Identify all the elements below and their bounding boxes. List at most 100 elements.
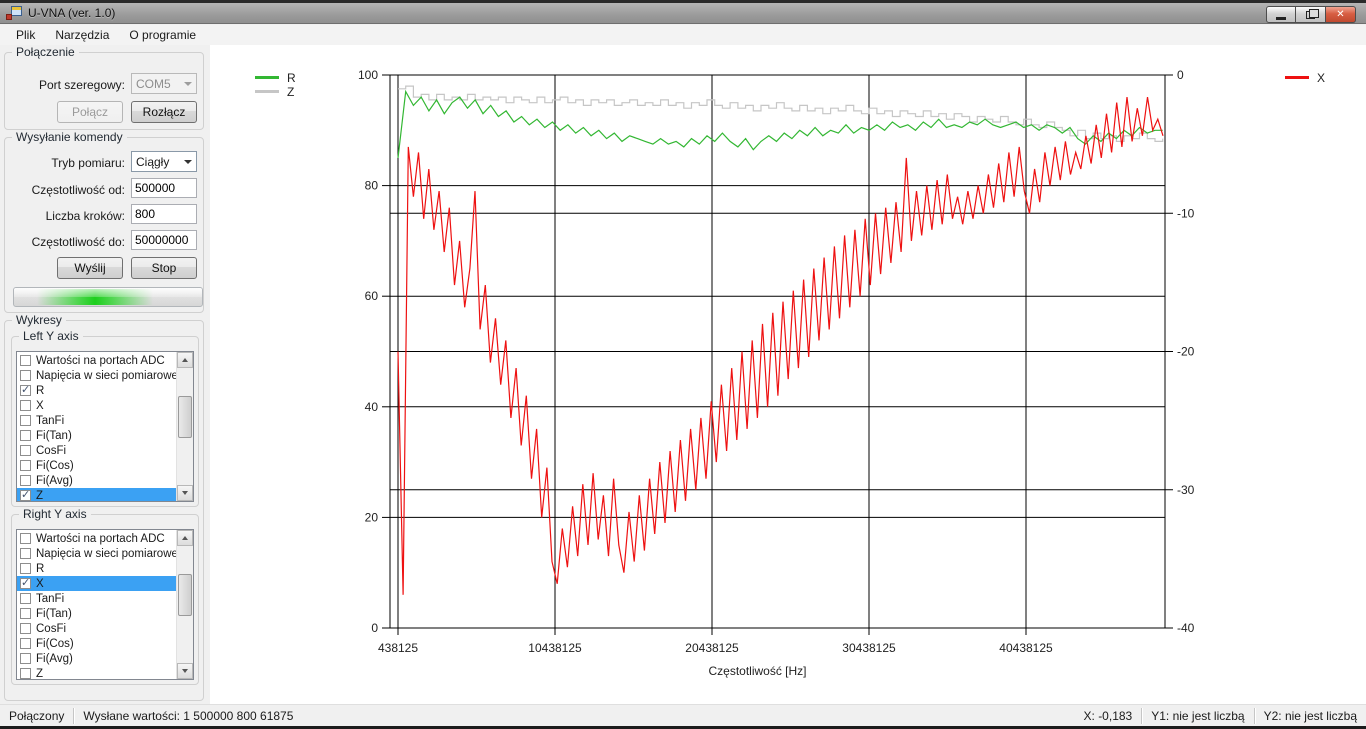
list-item[interactable]: R <box>17 383 176 398</box>
checkbox[interactable] <box>20 490 31 501</box>
legend-label: R <box>287 71 296 85</box>
axis-tick-label-x: 438125 <box>378 641 418 655</box>
list-item[interactable]: Napięcia w sieci pomiarowej <box>17 546 176 561</box>
status-y2-readout: Y2: nie jest liczbą <box>1255 709 1366 723</box>
disconnect-button[interactable]: Rozłącz <box>131 101 197 123</box>
legend-swatch <box>255 90 279 93</box>
status-x-readout: X: -0,183 <box>1075 709 1142 723</box>
checkbox[interactable] <box>20 370 31 381</box>
checkbox[interactable] <box>20 578 31 589</box>
checkbox[interactable] <box>20 460 31 471</box>
axis-tick-label-left: 100 <box>358 68 378 82</box>
checkbox[interactable] <box>20 668 31 679</box>
steps-input[interactable] <box>131 204 197 224</box>
command-group-label: Wysyłanie komendy <box>12 130 127 144</box>
list-item-label: Napięcia w sieci pomiarowej <box>36 548 180 560</box>
chart-legend-right: X <box>1285 71 1325 84</box>
right-y-axis-listbox[interactable]: Wartości na portach ADCNapięcia w sieci … <box>16 529 194 680</box>
scroll-up-button[interactable] <box>177 352 193 368</box>
minimize-button[interactable] <box>1266 6 1296 23</box>
legend-entry: X <box>1285 71 1325 84</box>
serial-port-combobox[interactable]: COM5 <box>131 73 197 94</box>
left-y-axis-label: Left Y axis <box>19 329 83 343</box>
connection-group-label: Połączenie <box>12 45 79 59</box>
right-y-axis-label: Right Y axis <box>19 507 91 521</box>
close-button[interactable]: ✕ <box>1326 6 1356 23</box>
send-button[interactable]: Wyślij <box>57 257 123 279</box>
checkbox[interactable] <box>20 533 31 544</box>
legend-swatch <box>255 76 279 79</box>
checkbox[interactable] <box>20 563 31 574</box>
checkbox[interactable] <box>20 593 31 604</box>
status-y1-readout: Y1: nie jest liczbą <box>1142 709 1253 723</box>
list-item-label: R <box>36 563 44 575</box>
scroll-up-button[interactable] <box>177 530 193 546</box>
list-item[interactable]: X <box>17 576 176 591</box>
title-bar: U-VNA (ver. 1.0) ✕ <box>0 3 1366 24</box>
stop-button[interactable]: Stop <box>131 257 197 279</box>
checkbox[interactable] <box>20 445 31 456</box>
list-item[interactable]: Fi(Tan) <box>17 606 176 621</box>
list-item[interactable]: Z <box>17 488 176 502</box>
maximize-button[interactable] <box>1296 6 1326 23</box>
checkbox[interactable] <box>20 638 31 649</box>
scrollbar-thumb[interactable] <box>178 574 192 616</box>
checkbox[interactable] <box>20 653 31 664</box>
app-icon <box>6 6 22 20</box>
checkbox[interactable] <box>20 475 31 486</box>
checkbox[interactable] <box>20 385 31 396</box>
chart-legend-left: RZ <box>255 71 296 98</box>
list-item[interactable]: Wartości na portach ADC <box>17 531 176 546</box>
right-listbox-scrollbar[interactable] <box>176 530 193 679</box>
scroll-down-button[interactable] <box>177 663 193 679</box>
axis-tick-label-left: 0 <box>371 621 378 635</box>
status-bar: Połączony Wysłane wartości: 1 500000 800… <box>0 704 1366 726</box>
freq-to-input[interactable] <box>131 230 197 250</box>
list-item-label: Fi(Avg) <box>36 475 73 487</box>
checkbox[interactable] <box>20 548 31 559</box>
checkbox[interactable] <box>20 430 31 441</box>
menu-item-plik[interactable]: Plik <box>6 26 45 44</box>
connect-button[interactable]: Połącz <box>57 101 123 123</box>
measure-mode-combobox[interactable]: Ciągły <box>131 151 197 172</box>
list-item[interactable]: Fi(Tan) <box>17 428 176 443</box>
list-item[interactable]: Fi(Avg) <box>17 651 176 666</box>
left-y-axis-group: Left Y axis Wartości na portach ADCNapię… <box>11 336 199 507</box>
list-item[interactable]: Wartości na portach ADC <box>17 353 176 368</box>
list-item[interactable]: CosFi <box>17 443 176 458</box>
restore-icon <box>1306 11 1315 19</box>
list-item[interactable]: X <box>17 398 176 413</box>
menu-item-narzedzia[interactable]: Narzędzia <box>45 26 119 44</box>
menu-item-o-programie[interactable]: O programie <box>119 26 206 44</box>
list-item-label: TanFi <box>36 593 64 605</box>
list-item[interactable]: Fi(Avg) <box>17 473 176 488</box>
app-window: U-VNA (ver. 1.0) ✕ Plik Narzędzia O prog… <box>0 0 1366 729</box>
series-r <box>398 92 1163 158</box>
checkbox[interactable] <box>20 400 31 411</box>
list-item[interactable]: Napięcia w sieci pomiarowej <box>17 368 176 383</box>
checkbox[interactable] <box>20 355 31 366</box>
list-item[interactable]: Fi(Cos) <box>17 636 176 651</box>
checkbox[interactable] <box>20 623 31 634</box>
list-item[interactable]: Z <box>17 666 176 680</box>
axis-tick-label-left: 80 <box>365 179 379 193</box>
scrollbar-thumb[interactable] <box>178 396 192 438</box>
freq-from-input[interactable] <box>131 178 197 198</box>
triangle-up-icon <box>182 358 188 362</box>
chart-panel: RZ X 1008060402000-10-20-30-404381251043… <box>210 45 1366 704</box>
list-item[interactable]: R <box>17 561 176 576</box>
list-item[interactable]: TanFi <box>17 413 176 428</box>
list-item-label: Napięcia w sieci pomiarowej <box>36 370 180 382</box>
list-item[interactable]: Fi(Cos) <box>17 458 176 473</box>
list-item-label: X <box>36 578 44 590</box>
checkbox[interactable] <box>20 608 31 619</box>
left-y-axis-listbox[interactable]: Wartości na portach ADCNapięcia w sieci … <box>16 351 194 502</box>
serial-port-value: COM5 <box>136 77 171 91</box>
checkbox[interactable] <box>20 415 31 426</box>
scroll-down-button[interactable] <box>177 485 193 501</box>
axis-tick-label-x: 10438125 <box>528 641 582 655</box>
list-item[interactable]: CosFi <box>17 621 176 636</box>
left-listbox-scrollbar[interactable] <box>176 352 193 501</box>
list-item[interactable]: TanFi <box>17 591 176 606</box>
triangle-down-icon <box>182 669 188 673</box>
